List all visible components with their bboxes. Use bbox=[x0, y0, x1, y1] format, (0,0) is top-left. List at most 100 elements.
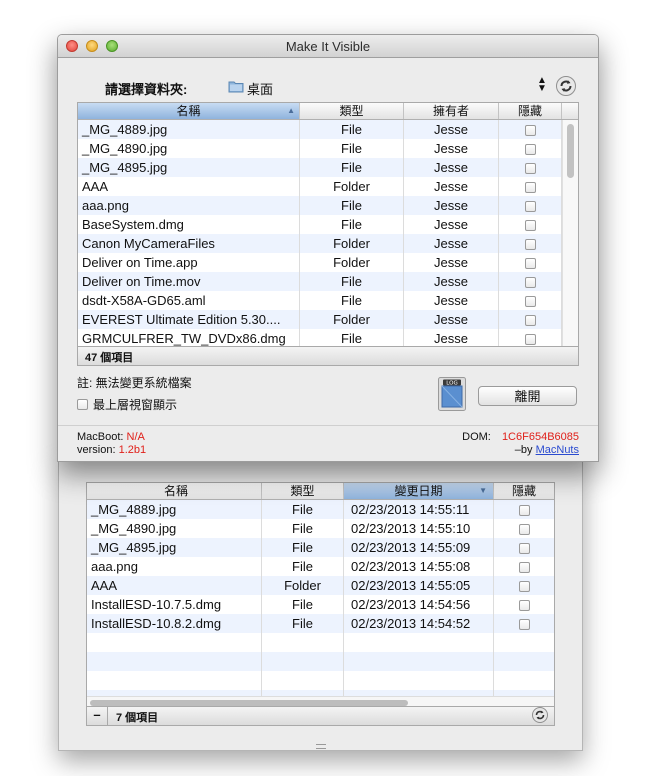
col-hidden-header[interactable]: 隱藏 bbox=[499, 103, 562, 119]
file-name: AAA bbox=[78, 177, 300, 196]
table-row[interactable]: _MG_4890.jpg File 02/23/2013 14:55:10 bbox=[87, 519, 554, 538]
table-row[interactable]: InstallESD-10.7.5.dmg File 02/23/2013 14… bbox=[87, 595, 554, 614]
table-row[interactable]: BaseSystem.dmg File Jesse bbox=[78, 215, 578, 234]
version-value: 1.2b1 bbox=[118, 444, 147, 456]
hidden-checkbox[interactable] bbox=[524, 315, 536, 327]
files-table-header: 名稱 ▲ 類型 擁有者 隱藏 bbox=[78, 103, 578, 120]
quit-button[interactable]: 離開 bbox=[478, 386, 577, 406]
file-name: AAA bbox=[87, 576, 262, 595]
table-row[interactable]: Deliver on Time.mov File Jesse bbox=[78, 272, 578, 291]
table-row[interactable]: _MG_4889.jpg File Jesse bbox=[78, 120, 578, 139]
resize-grip[interactable] bbox=[316, 744, 326, 749]
file-name: _MG_4895.jpg bbox=[78, 158, 300, 177]
macnuts-link[interactable]: MacNuts bbox=[536, 444, 579, 456]
file-type: File bbox=[262, 538, 344, 557]
hidden-checkbox[interactable] bbox=[524, 220, 536, 232]
file-type: File bbox=[262, 519, 344, 538]
modified-date: 02/23/2013 14:55:11 bbox=[344, 500, 494, 519]
empty-row bbox=[87, 633, 554, 652]
col-name-header[interactable]: 名稱 ▲ bbox=[78, 103, 300, 119]
hidden-checkbox[interactable] bbox=[518, 562, 530, 574]
table-row[interactable]: aaa.png File Jesse bbox=[78, 196, 578, 215]
table-row[interactable]: AAA Folder Jesse bbox=[78, 177, 578, 196]
table-row[interactable]: AAA Folder 02/23/2013 14:55:05 bbox=[87, 576, 554, 595]
file-name: Canon MyCameraFiles bbox=[78, 234, 300, 253]
macboot-info: MacBoot: N/A bbox=[77, 431, 145, 443]
hidden-col-name-header[interactable]: 名稱 bbox=[87, 483, 262, 499]
table-row[interactable]: _MG_4890.jpg File Jesse bbox=[78, 139, 578, 158]
vertical-scrollbar[interactable] bbox=[562, 120, 578, 347]
hidden-checkbox[interactable] bbox=[524, 296, 536, 308]
main-window: Make It Visible 請選擇資料夾: 桌面 ▲ ▼ 名稱 ▲ 類型 擁有… bbox=[57, 34, 599, 462]
always-on-top-label: 最上層視窗顯示 bbox=[93, 398, 178, 412]
folder-icon bbox=[228, 79, 244, 98]
remove-button[interactable]: – bbox=[87, 707, 108, 725]
hidden-checkbox[interactable] bbox=[518, 619, 530, 631]
dom-info: DOM: 1C6F654B6085 bbox=[462, 431, 579, 443]
hidden-checkbox[interactable] bbox=[518, 543, 530, 555]
dom-value: 1C6F654B6085 bbox=[501, 431, 579, 443]
hidden-files-table: 名稱 類型 變更日期 ▼ 隱藏 _MG_4889.jpg File 02/23/… bbox=[86, 482, 555, 710]
table-row[interactable]: _MG_4895.jpg File 02/23/2013 14:55:09 bbox=[87, 538, 554, 557]
refresh-icon[interactable] bbox=[532, 707, 548, 726]
file-type: File bbox=[262, 595, 344, 614]
file-owner: Jesse bbox=[404, 310, 499, 329]
file-name: InstallESD-10.8.2.dmg bbox=[87, 614, 262, 633]
window-title: Make It Visible bbox=[285, 39, 371, 54]
table-row[interactable]: Deliver on Time.app Folder Jesse bbox=[78, 253, 578, 272]
col-owner-header[interactable]: 擁有者 bbox=[404, 103, 499, 119]
file-name: aaa.png bbox=[87, 557, 262, 576]
version-label: version: bbox=[77, 444, 116, 456]
col-type-header[interactable]: 類型 bbox=[300, 103, 404, 119]
file-name: _MG_4889.jpg bbox=[78, 120, 300, 139]
hidden-checkbox[interactable] bbox=[524, 334, 536, 346]
always-on-top-checkbox[interactable] bbox=[77, 399, 88, 410]
hidden-table-header: 名稱 類型 變更日期 ▼ 隱藏 bbox=[87, 483, 554, 500]
file-type: File bbox=[300, 272, 404, 291]
popup-arrows-icon[interactable]: ▲ ▼ bbox=[537, 76, 547, 94]
folder-select-label: 請選擇資料夾: bbox=[105, 82, 188, 97]
modified-date: 02/23/2013 14:55:08 bbox=[344, 557, 494, 576]
file-type: Folder bbox=[300, 310, 404, 329]
table-row[interactable]: _MG_4889.jpg File 02/23/2013 14:55:11 bbox=[87, 500, 554, 519]
file-type: File bbox=[262, 614, 344, 633]
hidden-col-hidden-header[interactable]: 隱藏 bbox=[494, 483, 554, 499]
table-row[interactable]: aaa.png File 02/23/2013 14:55:08 bbox=[87, 557, 554, 576]
table-row[interactable]: EVEREST Ultimate Edition 5.30.... Folder… bbox=[78, 310, 578, 329]
hidden-checkbox[interactable] bbox=[524, 258, 536, 270]
hidden-checkbox[interactable] bbox=[524, 239, 536, 251]
file-name: Deliver on Time.mov bbox=[78, 272, 300, 291]
hidden-col-type-header[interactable]: 類型 bbox=[262, 483, 344, 499]
refresh-icon[interactable] bbox=[556, 76, 576, 101]
table-row[interactable]: InstallESD-10.8.2.dmg File 02/23/2013 14… bbox=[87, 614, 554, 633]
hidden-checkbox[interactable] bbox=[524, 277, 536, 289]
hidden-checkbox[interactable] bbox=[518, 581, 530, 593]
hidden-checkbox[interactable] bbox=[524, 163, 536, 175]
hidden-checkbox[interactable] bbox=[518, 600, 530, 612]
table-row[interactable]: _MG_4895.jpg File Jesse bbox=[78, 158, 578, 177]
log-icon[interactable]: LOG bbox=[438, 377, 466, 411]
file-name: EVEREST Ultimate Edition 5.30.... bbox=[78, 310, 300, 329]
hidden-col-date-header[interactable]: 變更日期 ▼ bbox=[344, 483, 494, 499]
table-row[interactable]: dsdt-X58A-GD65.aml File Jesse bbox=[78, 291, 578, 310]
title-bar[interactable]: Make It Visible bbox=[58, 35, 598, 58]
empty-row bbox=[87, 671, 554, 690]
hidden-checkbox[interactable] bbox=[524, 144, 536, 156]
version-info: version: 1.2b1 bbox=[77, 444, 146, 456]
hidden-checkbox[interactable] bbox=[524, 182, 536, 194]
file-owner: Jesse bbox=[404, 253, 499, 272]
file-type: File bbox=[300, 215, 404, 234]
hidden-checkbox[interactable] bbox=[524, 125, 536, 137]
file-type: Folder bbox=[300, 177, 404, 196]
folder-popup[interactable]: 桌面 bbox=[247, 79, 273, 98]
file-type: Folder bbox=[262, 576, 344, 595]
scrollbar-thumb[interactable] bbox=[567, 124, 574, 178]
hidden-files-panel: 名稱 類型 變更日期 ▼ 隱藏 _MG_4889.jpg File 02/23/… bbox=[58, 458, 583, 751]
table-row[interactable]: Canon MyCameraFiles Folder Jesse bbox=[78, 234, 578, 253]
hidden-checkbox[interactable] bbox=[518, 505, 530, 517]
hidden-checkbox[interactable] bbox=[524, 201, 536, 213]
always-on-top-option[interactable]: 最上層視窗顯示 bbox=[77, 396, 177, 413]
modified-date: 02/23/2013 14:55:10 bbox=[344, 519, 494, 538]
system-files-note: 註: 無法變更系統檔案 bbox=[77, 376, 192, 390]
hidden-checkbox[interactable] bbox=[518, 524, 530, 536]
